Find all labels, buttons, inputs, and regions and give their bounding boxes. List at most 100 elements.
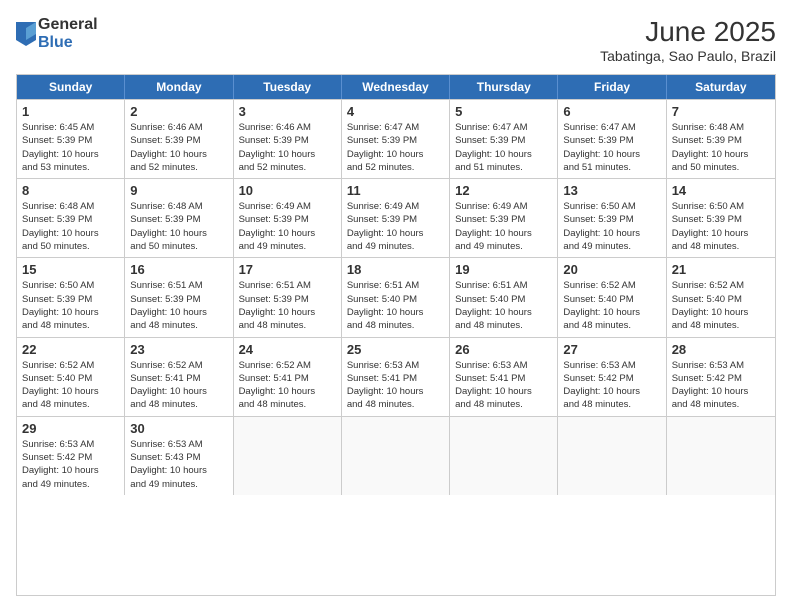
table-row: 10 Sunrise: 6:49 AM Sunset: 5:39 PM Dayli… xyxy=(234,179,342,257)
day-number: 3 xyxy=(239,104,336,119)
table-row: 14 Sunrise: 6:50 AM Sunset: 5:39 PM Dayli… xyxy=(667,179,775,257)
header-thursday: Thursday xyxy=(450,75,558,99)
table-row: 16Sunrise: 6:51 AM Sunset: 5:39 PM Dayli… xyxy=(125,258,233,336)
logo-general-text: General xyxy=(38,16,98,34)
day-number: 14 xyxy=(672,183,770,198)
week-row-5: 29 Sunrise: 6:53 AM Sunset: 5:42 PM Dayli… xyxy=(17,416,775,495)
day-info: Sunrise: 6:53 AM Sunset: 5:42 PM Dayligh… xyxy=(672,359,770,412)
day-number: 15 xyxy=(22,262,119,277)
day-number: 16 xyxy=(130,262,227,277)
table-row: 13 Sunrise: 6:50 AM Sunset: 5:39 PM Dayli… xyxy=(558,179,666,257)
day-number: 20 xyxy=(563,262,660,277)
day-info: Sunrise: 6:52 AM Sunset: 5:40 PM Dayligh… xyxy=(563,279,660,332)
table-row: 22 Sunrise: 6:52 AM Sunset: 5:40 PM Dayli… xyxy=(17,338,125,416)
calendar-body: 1 Sunrise: 6:45 AM Sunset: 5:39 PM Daylig… xyxy=(17,99,775,495)
month-title: June 2025 xyxy=(600,16,776,48)
table-row: 20 Sunrise: 6:52 AM Sunset: 5:40 PM Dayli… xyxy=(558,258,666,336)
header-tuesday: Tuesday xyxy=(234,75,342,99)
day-number: 30 xyxy=(130,421,227,436)
day-info: Sunrise: 6:46 AM Sunset: 5:39 PM Dayligh… xyxy=(130,121,227,174)
day-info: Sunrise: 6:49 AM Sunset: 5:39 PM Dayligh… xyxy=(347,200,444,253)
day-info: Sunrise: 6:48 AM Sunset: 5:39 PM Dayligh… xyxy=(672,121,770,174)
day-number: 25 xyxy=(347,342,444,357)
table-row: 7 Sunrise: 6:48 AM Sunset: 5:39 PM Daylig… xyxy=(667,100,775,178)
table-row: 5Sunrise: 6:47 AM Sunset: 5:39 PM Daylig… xyxy=(450,100,558,178)
header-monday: Monday xyxy=(125,75,233,99)
table-row: 27 Sunrise: 6:53 AM Sunset: 5:42 PM Dayli… xyxy=(558,338,666,416)
day-info: Sunrise: 6:52 AM Sunset: 5:41 PM Dayligh… xyxy=(239,359,336,412)
table-row: 2Sunrise: 6:46 AM Sunset: 5:39 PM Daylig… xyxy=(125,100,233,178)
day-number: 24 xyxy=(239,342,336,357)
page: General Blue June 2025 Tabatinga, Sao Pa… xyxy=(0,0,792,612)
day-number: 18 xyxy=(347,262,444,277)
day-info: Sunrise: 6:52 AM Sunset: 5:40 PM Dayligh… xyxy=(672,279,770,332)
day-number: 12 xyxy=(455,183,552,198)
day-info: Sunrise: 6:50 AM Sunset: 5:39 PM Dayligh… xyxy=(672,200,770,253)
table-row: 24 Sunrise: 6:52 AM Sunset: 5:41 PM Dayli… xyxy=(234,338,342,416)
day-number: 7 xyxy=(672,104,770,119)
table-row xyxy=(450,417,558,495)
day-info: Sunrise: 6:47 AM Sunset: 5:39 PM Dayligh… xyxy=(347,121,444,174)
day-number: 5 xyxy=(455,104,552,119)
week-row-4: 22 Sunrise: 6:52 AM Sunset: 5:40 PM Dayli… xyxy=(17,337,775,416)
table-row: 30Sunrise: 6:53 AM Sunset: 5:43 PM Dayli… xyxy=(125,417,233,495)
day-info: Sunrise: 6:49 AM Sunset: 5:39 PM Dayligh… xyxy=(239,200,336,253)
table-row: 28Sunrise: 6:53 AM Sunset: 5:42 PM Dayli… xyxy=(667,338,775,416)
day-number: 1 xyxy=(22,104,119,119)
day-number: 26 xyxy=(455,342,552,357)
day-info: Sunrise: 6:51 AM Sunset: 5:40 PM Dayligh… xyxy=(347,279,444,332)
table-row: 29 Sunrise: 6:53 AM Sunset: 5:42 PM Dayli… xyxy=(17,417,125,495)
table-row: 4 Sunrise: 6:47 AM Sunset: 5:39 PM Daylig… xyxy=(342,100,450,178)
table-row xyxy=(234,417,342,495)
day-info: Sunrise: 6:48 AM Sunset: 5:39 PM Dayligh… xyxy=(130,200,227,253)
day-number: 10 xyxy=(239,183,336,198)
location: Tabatinga, Sao Paulo, Brazil xyxy=(600,48,776,64)
day-info: Sunrise: 6:52 AM Sunset: 5:41 PM Dayligh… xyxy=(130,359,227,412)
calendar: Sunday Monday Tuesday Wednesday Thursday… xyxy=(16,74,776,596)
table-row: 11 Sunrise: 6:49 AM Sunset: 5:39 PM Dayli… xyxy=(342,179,450,257)
table-row: 21Sunrise: 6:52 AM Sunset: 5:40 PM Dayli… xyxy=(667,258,775,336)
day-info: Sunrise: 6:47 AM Sunset: 5:39 PM Dayligh… xyxy=(563,121,660,174)
day-number: 19 xyxy=(455,262,552,277)
day-info: Sunrise: 6:49 AM Sunset: 5:39 PM Dayligh… xyxy=(455,200,552,253)
week-row-1: 1 Sunrise: 6:45 AM Sunset: 5:39 PM Daylig… xyxy=(17,99,775,178)
day-info: Sunrise: 6:51 AM Sunset: 5:40 PM Dayligh… xyxy=(455,279,552,332)
table-row: 15 Sunrise: 6:50 AM Sunset: 5:39 PM Dayli… xyxy=(17,258,125,336)
table-row: 6Sunrise: 6:47 AM Sunset: 5:39 PM Daylig… xyxy=(558,100,666,178)
table-row xyxy=(667,417,775,495)
table-row: 26Sunrise: 6:53 AM Sunset: 5:41 PM Dayli… xyxy=(450,338,558,416)
logo-icon xyxy=(16,22,36,46)
day-info: Sunrise: 6:50 AM Sunset: 5:39 PM Dayligh… xyxy=(563,200,660,253)
table-row xyxy=(342,417,450,495)
day-number: 9 xyxy=(130,183,227,198)
day-info: Sunrise: 6:53 AM Sunset: 5:41 PM Dayligh… xyxy=(347,359,444,412)
day-info: Sunrise: 6:53 AM Sunset: 5:42 PM Dayligh… xyxy=(563,359,660,412)
table-row: 1 Sunrise: 6:45 AM Sunset: 5:39 PM Daylig… xyxy=(17,100,125,178)
day-number: 4 xyxy=(347,104,444,119)
day-number: 13 xyxy=(563,183,660,198)
logo: General Blue xyxy=(16,16,98,52)
table-row: 18 Sunrise: 6:51 AM Sunset: 5:40 PM Dayli… xyxy=(342,258,450,336)
table-row: 12 Sunrise: 6:49 AM Sunset: 5:39 PM Dayli… xyxy=(450,179,558,257)
table-row: 3 Sunrise: 6:46 AM Sunset: 5:39 PM Daylig… xyxy=(234,100,342,178)
table-row xyxy=(558,417,666,495)
day-number: 27 xyxy=(563,342,660,357)
day-number: 29 xyxy=(22,421,119,436)
table-row: 25 Sunrise: 6:53 AM Sunset: 5:41 PM Dayli… xyxy=(342,338,450,416)
week-row-2: 8Sunrise: 6:48 AM Sunset: 5:39 PM Daylig… xyxy=(17,178,775,257)
table-row: 8Sunrise: 6:48 AM Sunset: 5:39 PM Daylig… xyxy=(17,179,125,257)
calendar-header: Sunday Monday Tuesday Wednesday Thursday… xyxy=(17,75,775,99)
day-info: Sunrise: 6:45 AM Sunset: 5:39 PM Dayligh… xyxy=(22,121,119,174)
table-row: 17Sunrise: 6:51 AM Sunset: 5:39 PM Dayli… xyxy=(234,258,342,336)
logo-text: General Blue xyxy=(38,16,98,52)
day-info: Sunrise: 6:50 AM Sunset: 5:39 PM Dayligh… xyxy=(22,279,119,332)
day-info: Sunrise: 6:48 AM Sunset: 5:39 PM Dayligh… xyxy=(22,200,119,253)
day-info: Sunrise: 6:53 AM Sunset: 5:42 PM Dayligh… xyxy=(22,438,119,491)
day-info: Sunrise: 6:46 AM Sunset: 5:39 PM Dayligh… xyxy=(239,121,336,174)
day-number: 22 xyxy=(22,342,119,357)
day-info: Sunrise: 6:52 AM Sunset: 5:40 PM Dayligh… xyxy=(22,359,119,412)
table-row: 19 Sunrise: 6:51 AM Sunset: 5:40 PM Dayli… xyxy=(450,258,558,336)
day-number: 11 xyxy=(347,183,444,198)
table-row: 9 Sunrise: 6:48 AM Sunset: 5:39 PM Daylig… xyxy=(125,179,233,257)
title-area: June 2025 Tabatinga, Sao Paulo, Brazil xyxy=(600,16,776,64)
